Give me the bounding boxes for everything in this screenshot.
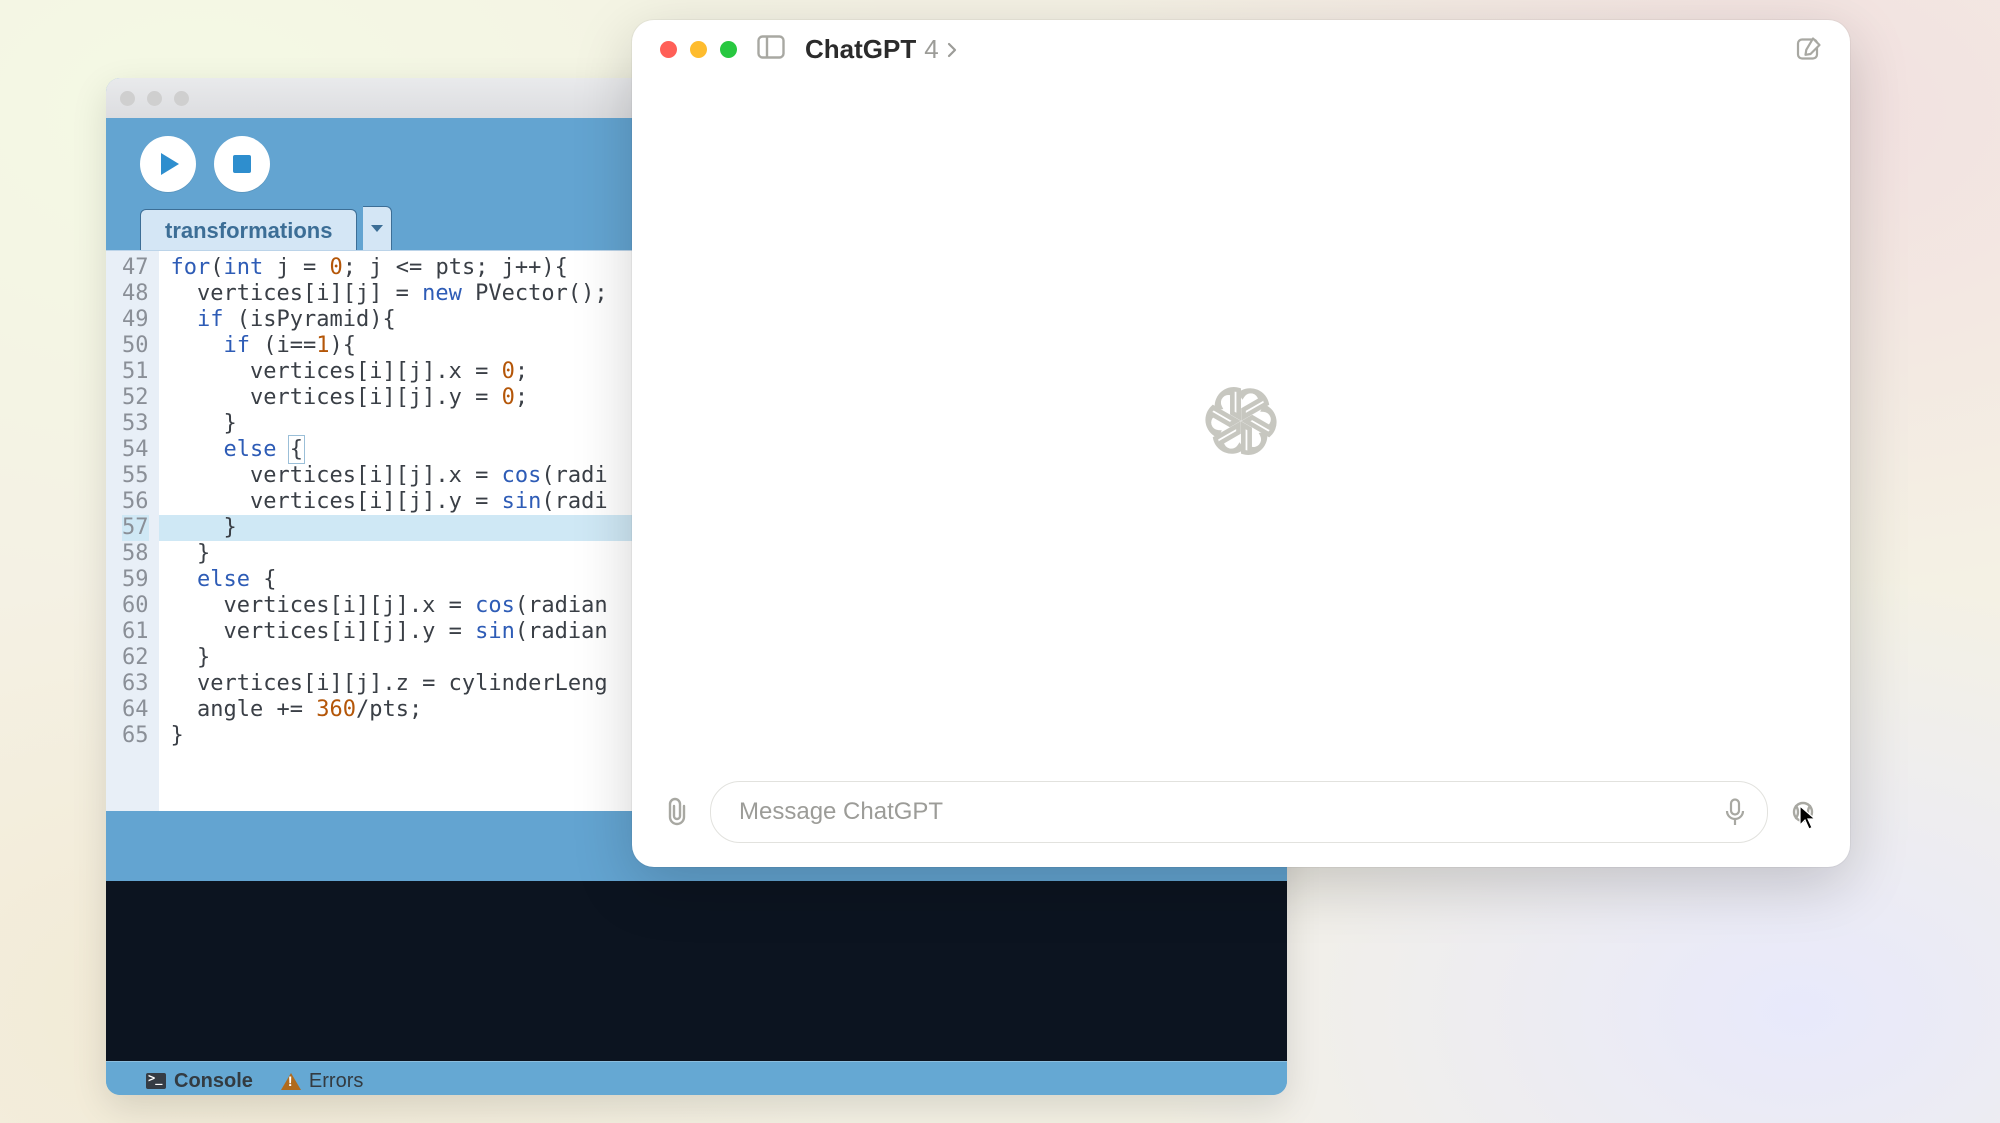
console-icon [146, 1073, 166, 1089]
tab-transformations[interactable]: transformations [140, 209, 357, 250]
console-bar: Console Errors [106, 1061, 1287, 1095]
console-output[interactable] [106, 881, 1287, 1061]
ide-dot-close[interactable] [120, 91, 135, 106]
chat-app-name: ChatGPT [805, 34, 916, 65]
chat-body [632, 78, 1850, 763]
new-chat-button[interactable] [1796, 36, 1822, 62]
chevron-right-icon [947, 34, 957, 65]
tab-label: transformations [165, 218, 332, 243]
stop-icon [233, 155, 251, 173]
chevron-down-icon [371, 225, 383, 232]
openai-logo-icon [1199, 379, 1283, 463]
voice-mode-button[interactable] [1788, 797, 1818, 827]
chat-model-name: 4 [924, 34, 938, 65]
ide-dot-max[interactable] [174, 91, 189, 106]
tab-dropdown[interactable] [363, 206, 392, 250]
errors-tab[interactable]: Errors [281, 1070, 363, 1093]
chat-input[interactable] [737, 797, 1711, 827]
chat-input-row [632, 763, 1850, 867]
stop-button[interactable] [214, 136, 270, 192]
chat-traffic-lights[interactable] [660, 41, 737, 58]
sidebar-toggle-icon[interactable] [757, 35, 785, 64]
chat-dot-min[interactable] [690, 41, 707, 58]
chat-model-picker[interactable]: ChatGPT 4 [805, 34, 957, 65]
chat-titlebar[interactable]: ChatGPT 4 [632, 20, 1850, 78]
attach-button[interactable] [664, 797, 690, 827]
ide-traffic-lights[interactable] [120, 91, 189, 106]
play-icon [161, 153, 179, 175]
chat-dot-max[interactable] [720, 41, 737, 58]
run-button[interactable] [140, 136, 196, 192]
errors-tab-label: Errors [309, 1070, 363, 1093]
line-gutter: 47484950515253545556575859606162636465 [106, 251, 159, 811]
warning-icon [281, 1073, 301, 1090]
console-tab-label: Console [174, 1070, 253, 1093]
chat-input-pill[interactable] [710, 781, 1768, 843]
chat-window: ChatGPT 4 [632, 20, 1850, 867]
chat-dot-close[interactable] [660, 41, 677, 58]
mic-button[interactable] [1725, 798, 1745, 826]
ide-dot-min[interactable] [147, 91, 162, 106]
console-tab[interactable]: Console [146, 1070, 253, 1093]
